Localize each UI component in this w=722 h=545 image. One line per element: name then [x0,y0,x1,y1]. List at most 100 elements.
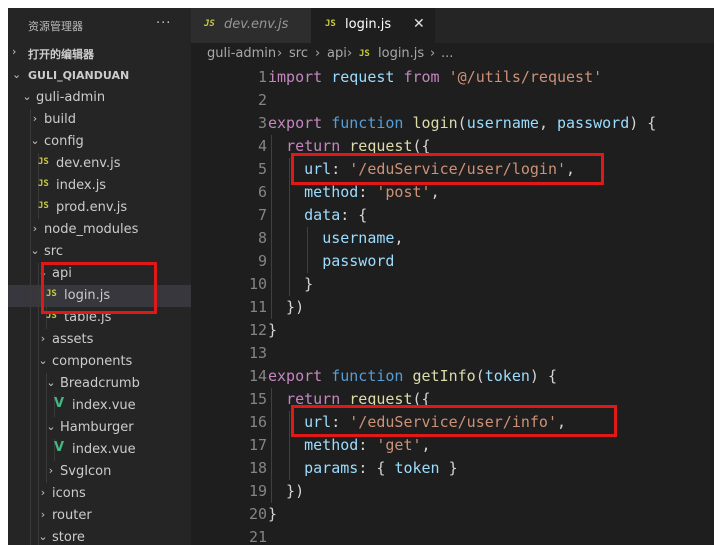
code-token: 'post' [376,183,431,201]
chevron-right-icon: › [40,486,46,499]
tree-item-index-js[interactable]: JS index.js [8,175,191,197]
code-line[interactable]: 3 export function login(username, passwor… [191,112,714,135]
line-number: 7 [257,206,267,224]
code-line[interactable]: 9 password [191,250,714,273]
indent-guide [30,329,31,351]
code-line[interactable]: 14 export function getInfo(token) { [191,365,714,388]
code-line[interactable]: 20} [191,503,714,526]
line-number: 11 [248,298,267,316]
indent-guide [30,483,31,505]
tree-item-store[interactable]: ⌄ store [8,527,191,545]
indent-guide [30,527,31,545]
code-text: data: { [268,206,367,224]
code-token: username [466,114,539,132]
code-token: , [394,229,404,247]
code-line[interactable]: 2 [191,89,714,112]
tree-item-hamburger[interactable]: ⌄ Hamburger [8,417,191,439]
tree-item-label: config [44,134,84,149]
code-token: , [430,183,440,201]
breadcrumb-item[interactable]: guli-admin [207,46,276,61]
tree-item-label: Hamburger [60,420,134,435]
line-number: 15 [248,390,267,408]
highlight-box-api-folder [41,262,157,314]
tree-item-svgicon[interactable]: › SvgIcon [8,461,191,483]
line-number: 4 [257,137,267,155]
code-token: token [484,367,530,385]
code-line[interactable]: 19 }) [191,480,714,503]
js-file-icon: JS [325,19,336,29]
chevron-right-icon: › [32,222,38,235]
code-text: } [268,505,277,523]
breadcrumb-separator: › [277,46,283,61]
open-editors-section[interactable]: › 打开的编辑器 [8,42,191,64]
project-section[interactable]: ⌄ GULI_QIANDUAN [8,65,191,87]
tree-item-node-modules[interactable]: › node_modules [8,219,191,241]
tree-item-label: SvgIcon [60,464,112,479]
explorer-header: 资源管理器 ··· [8,8,191,44]
chevron-down-icon: ⌄ [38,354,48,367]
chevron-right-icon: › [40,508,46,521]
code-line[interactable]: 8 username, [191,227,714,250]
code-line[interactable]: 18 params: { token } [191,457,714,480]
breadcrumb-item[interactable]: api [327,46,347,61]
tree-item-assets[interactable]: › assets [8,329,191,351]
breadcrumb-item[interactable]: ... [441,46,453,61]
tree-item-breadcrumb[interactable]: ⌄ Breadcrumb [8,373,191,395]
more-actions-icon[interactable]: ··· [156,16,171,31]
tree-item-components[interactable]: ⌄ components [8,351,191,373]
tree-item-index-vue[interactable]: Vindex.vue [8,395,191,417]
line-number: 3 [257,114,267,132]
tree-item-index-vue[interactable]: Vindex.vue [8,439,191,461]
indent-guide [30,263,31,285]
tree-item-guli-admin[interactable]: ⌄ guli-admin [8,87,191,109]
indent-guide [30,417,31,439]
tree-item-label: components [52,354,133,369]
tree-item-build[interactable]: › build [8,109,191,131]
code-token: : [358,183,377,201]
tree-item-icons[interactable]: › icons [8,483,191,505]
chevron-right-icon: › [48,464,54,477]
js-file-icon: JS [359,49,370,59]
code-line[interactable]: 21 [191,526,714,545]
close-icon[interactable]: ✕ [413,16,425,32]
line-number: 14 [248,367,267,385]
code-line[interactable]: 1 import request from '@/utils/request' [191,66,714,89]
tree-item-dev-env-js[interactable]: JS dev.env.js [8,153,191,175]
tree-item-prod-env-js[interactable]: JS prod.env.js [8,197,191,219]
js-file-icon: JS [38,157,49,167]
code-text: } [268,275,313,293]
tab-dev-env-js[interactable]: JS dev.env.js [191,8,311,43]
chevron-right-icon: › [12,45,17,58]
line-number: 13 [248,344,267,362]
tree-item-label: node_modules [44,222,139,237]
code-line[interactable]: 7 data: { [191,204,714,227]
tree-item-label: build [44,112,76,127]
code-token: request [322,68,395,86]
code-token: , [538,114,557,132]
highlight-box-info-url [291,405,617,437]
code-token: '@/utils/request' [439,68,603,86]
code-token: username [322,229,395,247]
tree-item-config[interactable]: ⌄ config [8,131,191,153]
editor-area: JS dev.env.js JS login.js ✕ guli-admin ›… [191,8,714,545]
code-line[interactable]: 13 [191,342,714,365]
indent-guide [38,373,39,395]
tree-item-src[interactable]: ⌄ src [8,241,191,263]
breadcrumb-separator: › [347,46,353,61]
breadcrumb-item[interactable]: src [289,46,308,61]
line-number: 17 [248,436,267,454]
code-token: ( [475,367,485,385]
code-line[interactable]: 17 method: 'get', [191,434,714,457]
chevron-right-icon: › [40,332,46,345]
code-line[interactable]: 11 }) [191,296,714,319]
code-line[interactable]: 12} [191,319,714,342]
tree-item-router[interactable]: › router [8,505,191,527]
tab-login-js[interactable]: JS login.js ✕ [311,8,435,43]
code-line[interactable]: 10 } [191,273,714,296]
breadcrumb-item[interactable]: login.js [378,46,424,61]
indent-guide [30,461,31,483]
code-token: import [268,68,323,86]
